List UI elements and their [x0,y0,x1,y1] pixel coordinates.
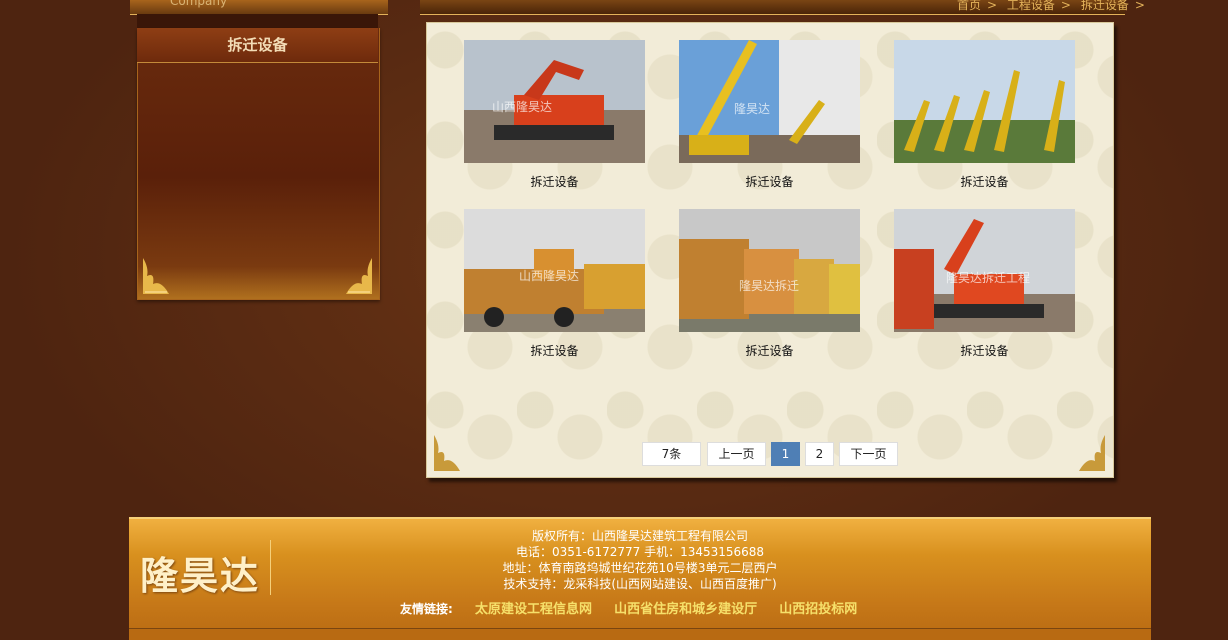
product-image-2[interactable]: 隆昊达 [679,40,860,163]
pagination-count: 7条 [642,442,701,466]
product-caption[interactable]: 拆迁设备 [464,342,645,359]
product-watermark: 山西隆昊达 [519,269,580,283]
friend-link[interactable]: 太原建设工程信息网 [475,602,592,617]
breadcrumb: 首页 > 工程设备 > 拆迁设备 > [957,0,1145,12]
footer-support: 技术支持：龙采科技(山西网站建设、山西百度推广) [503,577,777,591]
footer-phone: 电话：0351-6172777 手机：13453156688 [515,545,765,559]
product-image-3[interactable] [894,40,1075,163]
pagination-next-button[interactable]: 下一页 [839,442,898,466]
product-watermark: 山西隆昊达 [492,100,553,114]
product-watermark: 隆昊达拆迁工程 [946,271,1031,285]
product-caption[interactable]: 拆迁设备 [894,342,1075,359]
product-image-6[interactable]: 隆昊达拆迁工程 [894,209,1075,332]
ornament-corner-icon [346,258,372,294]
footer-address: 地址：体育南路坞城世纪花苑10号楼3单元二层西户 [502,561,778,575]
sidebar-top-text: Company [170,0,228,8]
product-caption[interactable]: 拆迁设备 [464,173,645,190]
product-image-5[interactable]: 隆昊达拆迁 [679,209,860,332]
ornament-corner-icon [1079,435,1105,471]
product-image-4[interactable]: 山西隆昊达 [464,209,645,332]
friend-link[interactable]: 山西省住房和城乡建设厅 [614,602,757,617]
friend-link[interactable]: 山西招投标网 [779,602,857,617]
friend-links-label: 友情链接: [400,602,453,616]
product-caption[interactable]: 拆迁设备 [894,173,1075,190]
breadcrumb-current-link[interactable]: 拆迁设备 [1081,0,1129,12]
footer-bottom-strip [129,628,1151,639]
ornament-corner-icon [434,435,460,471]
friend-links: 友情链接: 太原建设工程信息网 山西省住房和城乡建设厅 山西招投标网 [400,598,875,617]
sidebar-divider [137,14,378,28]
product-watermark: 隆昊达 [734,102,771,116]
product-grid-panel: 山西隆昊达 拆迁设备 隆昊达 拆迁设备 拆迁设备 山西隆昊达 拆迁设备 隆昊达拆… [426,22,1114,478]
breadcrumb-home-link[interactable]: 首页 [957,0,981,12]
product-caption[interactable]: 拆迁设备 [679,173,860,190]
footer-copyright: 版权所有：山西隆昊达建筑工程有限公司 [531,529,748,543]
product-image-1[interactable]: 山西隆昊达 [464,40,645,163]
sidebar-header-strip: Company [130,0,388,15]
pagination-page-2[interactable]: 2 [805,442,834,466]
product-caption[interactable]: 拆迁设备 [679,342,860,359]
sidebar-category-title[interactable]: 拆迁设备 [137,28,378,63]
ornament-corner-icon [143,258,169,294]
breadcrumb-category-link[interactable]: 工程设备 [1007,0,1055,12]
pagination-page-1[interactable]: 1 [771,442,800,466]
product-watermark: 隆昊达拆迁 [739,279,800,293]
pagination-prev-button[interactable]: 上一页 [707,442,766,466]
